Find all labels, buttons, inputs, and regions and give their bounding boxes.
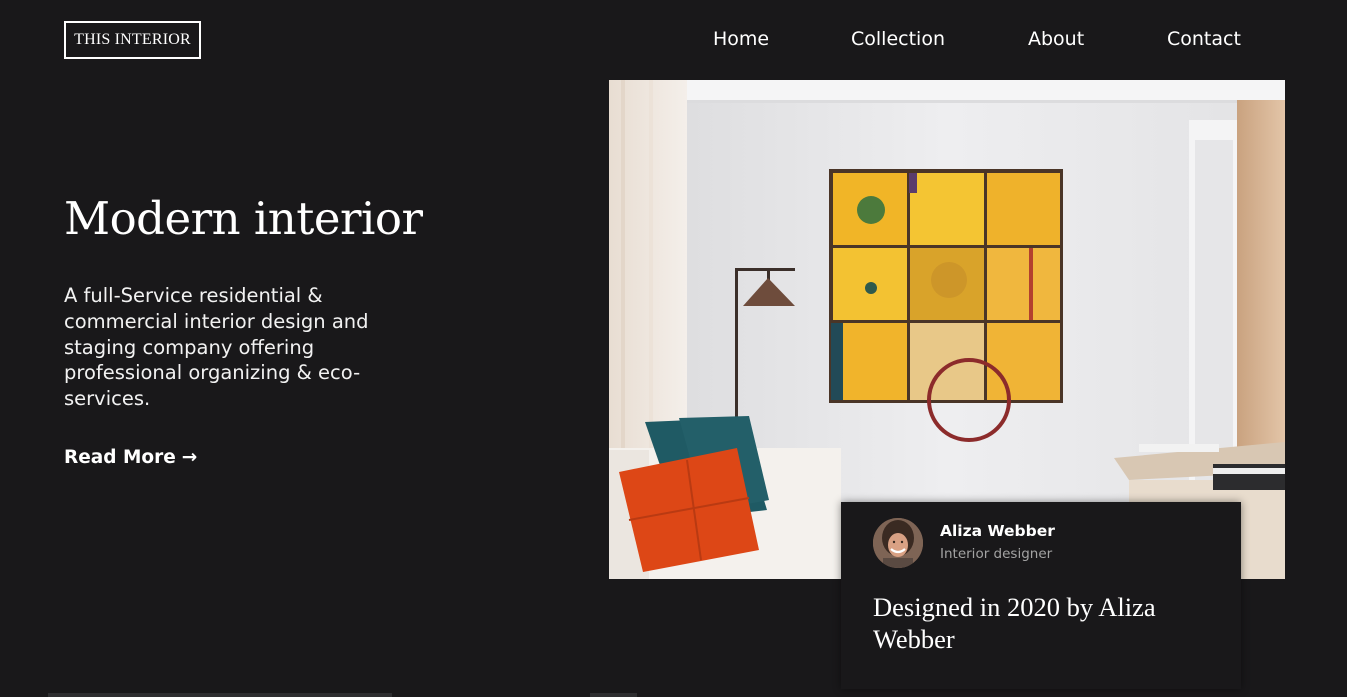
designer-role: Interior designer bbox=[940, 546, 1053, 562]
designer-name: Aliza Webber bbox=[940, 522, 1055, 540]
read-more-label: Read More bbox=[64, 447, 176, 468]
nav-link-about[interactable]: About bbox=[1028, 28, 1084, 50]
designer-card: Aliza Webber Interior designer Designed … bbox=[841, 502, 1241, 689]
bottom-divider-right bbox=[590, 693, 637, 697]
nav-link-collection[interactable]: Collection bbox=[851, 28, 945, 50]
main-nav: Home Collection About Contact bbox=[0, 28, 1347, 54]
read-more-link[interactable]: Read More → bbox=[64, 447, 197, 468]
hero-title: Modern interior bbox=[64, 192, 423, 245]
nav-link-home[interactable]: Home bbox=[713, 28, 769, 50]
bottom-divider-left bbox=[48, 693, 392, 697]
hero-description: A full-Service residential & commercial … bbox=[64, 284, 369, 411]
designer-credit-text: Designed in 2020 by Aliza Webber bbox=[873, 592, 1156, 654]
designer-avatar bbox=[873, 518, 923, 568]
avatar-portrait bbox=[873, 518, 923, 568]
nav-link-contact[interactable]: Contact bbox=[1167, 28, 1241, 50]
arrow-right-icon: → bbox=[181, 447, 198, 468]
